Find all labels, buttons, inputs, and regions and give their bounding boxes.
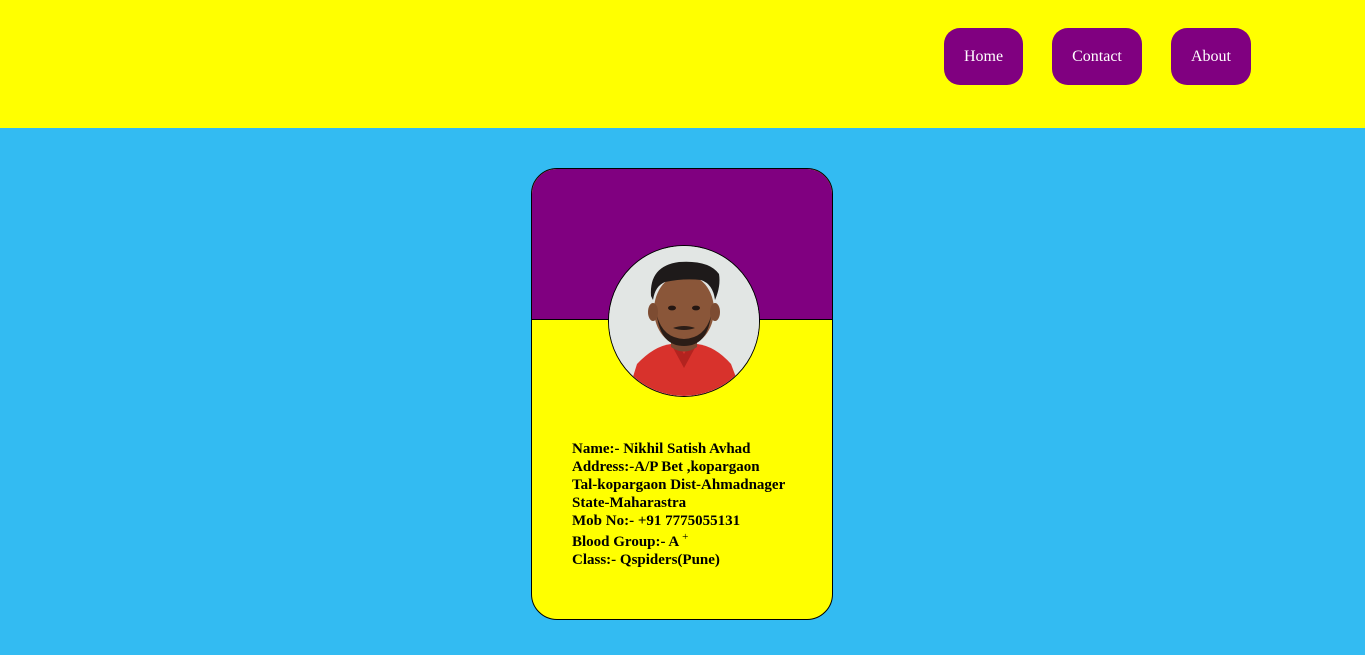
class-text: Class:- Qspiders(Pune): [572, 552, 720, 568]
blood-group-text: Blood Group:- A: [572, 534, 679, 550]
blood-group-row: Blood Group:- A +: [572, 531, 822, 551]
id-card: Name:- Nikhil Satish Avhad Address:-A/P …: [531, 168, 833, 620]
nav-contact-button[interactable]: Contact: [1052, 28, 1142, 85]
address-line-3: State-Maharastra: [572, 495, 687, 511]
nav-home-button[interactable]: Home: [944, 28, 1023, 85]
nav-contact-label: Contact: [1072, 47, 1122, 65]
nav-about-label: About: [1191, 47, 1231, 65]
name-text: Name:- Nikhil Satish Avhad: [572, 441, 751, 457]
blood-group-sign: +: [682, 531, 689, 543]
address-line-2: Tal-kopargaon Dist-Ahmadnager: [572, 477, 786, 493]
person-photo-icon: [609, 246, 759, 396]
nav-about-button[interactable]: About: [1171, 28, 1251, 85]
address-line-1: Address:-A/P Bet ,kopargaon: [572, 459, 760, 475]
nav-home-label: Home: [963, 47, 1004, 65]
profile-photo: [608, 245, 760, 397]
card-info: Name:- Nikhil Satish Avhad Address:-A/P …: [572, 440, 822, 569]
header-bar: Home Contact About: [0, 0, 1365, 128]
mobile-text: Mob No:- +91 7775055131: [572, 513, 741, 529]
